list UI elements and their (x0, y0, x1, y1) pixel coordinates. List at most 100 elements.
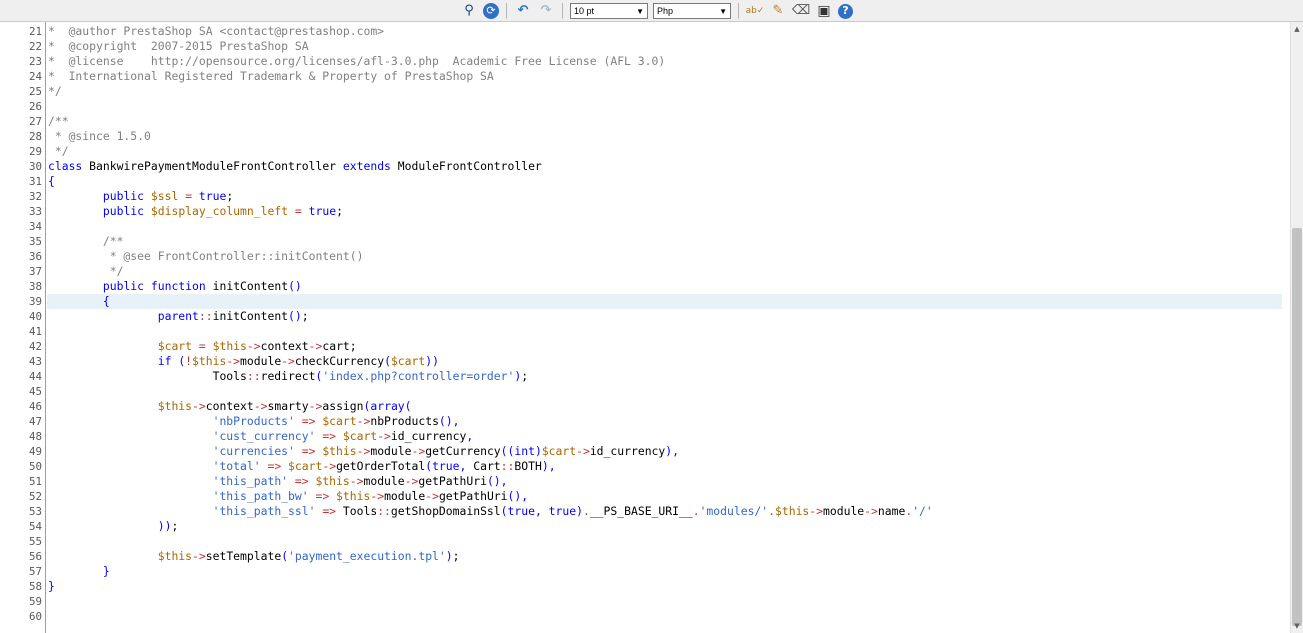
scrollbar-thumb[interactable] (1292, 228, 1302, 626)
code-line[interactable]: 37 */ (0, 264, 1290, 279)
fullscreen-icon[interactable]: ▣ (815, 2, 833, 20)
code-line[interactable]: 50 'total' => $cart->getOrderTotal(true,… (0, 459, 1290, 474)
line-number: 28 (28, 130, 42, 143)
code-line[interactable]: 38 public function initContent() (0, 279, 1290, 294)
scroll-down-icon[interactable]: ▼ (1291, 619, 1303, 633)
code-text[interactable]: 'this_path_bw' => $this->module->getPath… (48, 489, 529, 504)
line-number: 33 (28, 205, 42, 218)
code-line[interactable]: 43 if (!$this->module->checkCurrency($ca… (0, 354, 1290, 369)
code-text[interactable]: */ (48, 144, 69, 159)
code-text[interactable]: 'nbProducts' => $cart->nbProducts(), (48, 414, 460, 429)
code-line[interactable]: 55 (0, 534, 1290, 549)
code-text[interactable]: * @see FrontController::initContent() (48, 249, 364, 264)
code-text[interactable]: class BankwirePaymentModuleFrontControll… (48, 159, 542, 174)
line-number: 46 (28, 400, 42, 413)
code-text[interactable]: )); (48, 519, 179, 534)
code-line[interactable]: 32 public $ssl = true; (0, 189, 1290, 204)
code-line[interactable]: 31 { (0, 174, 1290, 189)
code-line[interactable]: 27 /** (0, 114, 1290, 129)
vertical-scrollbar[interactable]: ▲ ▼ (1290, 22, 1303, 633)
code-line[interactable]: 36 * @see FrontController::initContent() (0, 249, 1290, 264)
code-line[interactable]: 59 (0, 594, 1290, 609)
scroll-up-icon[interactable]: ▲ (1291, 22, 1303, 36)
code-line[interactable]: 56 $this->setTemplate('payment_execution… (0, 549, 1290, 564)
line-number: 23 (28, 55, 42, 68)
code-text[interactable]: * @license http://opensource.org/license… (48, 54, 665, 69)
code-text[interactable]: 'total' => $cart->getOrderTotal(true, Ca… (48, 459, 556, 474)
code-text[interactable]: } (48, 564, 110, 579)
code-line[interactable]: 49 'currencies' => $this->module->getCur… (0, 444, 1290, 459)
code-line[interactable]: 57 } (0, 564, 1290, 579)
code-line[interactable]: 48 'cust_currency' => $cart->id_currency… (0, 429, 1290, 444)
code-text[interactable]: $this->setTemplate('payment_execution.tp… (48, 549, 460, 564)
code-text[interactable]: * International Registered Trademark & P… (48, 69, 494, 84)
code-line[interactable]: 52 'this_path_bw' => $this->module->getP… (0, 489, 1290, 504)
code-line[interactable]: 23 * @license http://opensource.org/licen… (0, 54, 1290, 69)
code-text[interactable]: 'this_path_ssl' => Tools::getShopDomainS… (48, 504, 933, 519)
code-text[interactable]: * @author PrestaShop SA <contact@prestas… (48, 24, 384, 39)
code-line[interactable]: 28 * @since 1.5.0 (0, 129, 1290, 144)
code-text[interactable]: public function initContent() (48, 279, 302, 294)
code-text[interactable]: * @copyright 2007-2015 PrestaShop SA (48, 39, 309, 54)
code-text[interactable]: { (48, 174, 55, 189)
code-line[interactable]: 47 'nbProducts' => $cart->nbProducts(), (0, 414, 1290, 429)
code-text[interactable]: /** (48, 114, 69, 129)
line-number: 48 (28, 430, 42, 443)
code-text[interactable]: if (!$this->module->checkCurrency($cart)… (48, 354, 439, 369)
line-number: 36 (28, 250, 42, 263)
code-line[interactable]: 26 (0, 99, 1290, 114)
code-line[interactable]: 45 (0, 384, 1290, 399)
code-text[interactable]: } (48, 579, 55, 594)
code-text[interactable]: 'cust_currency' => $cart->id_currency, (48, 429, 474, 444)
code-line[interactable]: 41 (0, 324, 1290, 339)
code-line[interactable]: 58} (0, 579, 1290, 594)
line-number: 52 (28, 490, 42, 503)
code-text[interactable]: $this->context->smarty->assign(array( (48, 399, 412, 414)
code-text[interactable]: */ (48, 264, 124, 279)
code-line[interactable]: 34 (0, 219, 1290, 234)
spell-check-icon[interactable]: ab✓ (746, 2, 765, 20)
line-number: 56 (28, 550, 42, 563)
code-line[interactable]: 33 public $display_column_left = true; (0, 204, 1290, 219)
code-line[interactable]: 60 (0, 609, 1290, 624)
code-line[interactable]: 21 * @author PrestaShop SA <contact@prest… (0, 24, 1290, 39)
search-icon[interactable]: ⚲ (460, 2, 478, 20)
code-text[interactable]: $cart = $this->context->cart; (48, 339, 357, 354)
active-line-highlight (47, 294, 1282, 309)
code-line[interactable]: 39 { (0, 294, 1290, 309)
code-line[interactable]: 42 $cart = $this->context->cart; (0, 339, 1290, 354)
code-line[interactable]: 54 )); (0, 519, 1290, 534)
eraser-icon[interactable]: ⌫ (792, 2, 810, 20)
code-line[interactable]: 30 class BankwirePaymentModuleFrontContro… (0, 159, 1290, 174)
code-text[interactable]: */ (48, 84, 62, 99)
code-text[interactable]: parent::initContent(); (48, 309, 309, 324)
code-text[interactable]: * @since 1.5.0 (48, 129, 151, 144)
code-text[interactable]: 'this_path' => $this->module->getPathUri… (48, 474, 508, 489)
code-text[interactable]: public $ssl = true; (48, 189, 233, 204)
line-number: 29 (28, 145, 42, 158)
code-text[interactable]: Tools::redirect('index.php?controller=or… (48, 369, 529, 384)
undo-icon[interactable]: ↶ (514, 2, 532, 20)
help-icon[interactable]: ? (838, 3, 853, 19)
code-text[interactable]: { (48, 294, 110, 309)
code-line[interactable]: 44 Tools::redirect('index.php?controller… (0, 369, 1290, 384)
code-line[interactable]: 24 * International Registered Trademark &… (0, 69, 1290, 84)
code-line[interactable]: 25 */ (0, 84, 1290, 99)
line-number: 26 (28, 100, 42, 113)
code-line[interactable]: 40 parent::initContent(); (0, 309, 1290, 324)
goto-line-icon[interactable]: ⟳ (483, 3, 499, 19)
code-line[interactable]: 46 $this->context->smarty->assign(array( (0, 399, 1290, 414)
redo-icon[interactable]: ↷ (537, 2, 555, 20)
code-line[interactable]: 22 * @copyright 2007-2015 PrestaShop SA (0, 39, 1290, 54)
highlight-icon[interactable]: ✎ (769, 2, 787, 20)
syntax-select[interactable]: Php ▼ (653, 3, 731, 19)
code-line[interactable]: 53 'this_path_ssl' => Tools::getShopDoma… (0, 504, 1290, 519)
code-line[interactable]: 51 'this_path' => $this->module->getPath… (0, 474, 1290, 489)
code-text[interactable]: /** (48, 234, 124, 249)
code-text[interactable]: 'currencies' => $this->module->getCurren… (48, 444, 679, 459)
code-line[interactable]: 35 /** (0, 234, 1290, 249)
code-editor[interactable]: 2021* @author PrestaShop SA <contact@pre… (0, 22, 1290, 633)
code-line[interactable]: 29 */ (0, 144, 1290, 159)
code-text[interactable]: public $display_column_left = true; (48, 204, 343, 219)
font-size-select[interactable]: 10 pt ▼ (570, 3, 648, 19)
